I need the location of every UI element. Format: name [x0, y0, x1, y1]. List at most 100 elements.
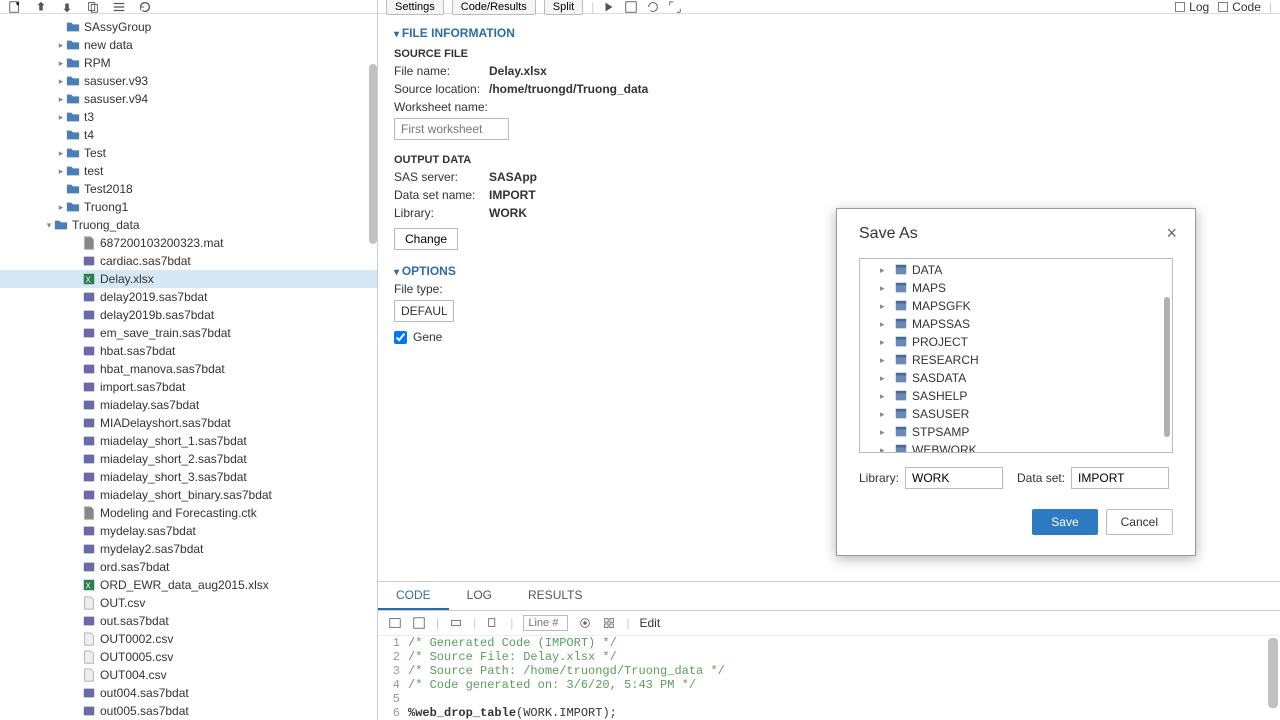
code-print-icon[interactable]	[449, 616, 463, 630]
library-item[interactable]: ▸SASHELP	[860, 387, 1172, 405]
tree-item[interactable]: ▸sasuser.v94	[0, 90, 377, 108]
tree-scrollbar[interactable]	[369, 64, 377, 244]
code-find-icon[interactable]	[602, 616, 616, 630]
library-item[interactable]: ▸STPSAMP	[860, 423, 1172, 441]
tree-item[interactable]: OUT004.csv	[0, 666, 377, 684]
line-input[interactable]	[523, 615, 568, 631]
tree-item[interactable]: ▸t3	[0, 108, 377, 126]
tree-item[interactable]: ▸Test	[0, 144, 377, 162]
modal-dataset-input[interactable]	[1071, 467, 1169, 489]
chevron-right-icon[interactable]: ▸	[880, 355, 890, 366]
tree-item[interactable]: hbat.sas7bdat	[0, 342, 377, 360]
tree-item[interactable]: XDelay.xlsx	[0, 270, 377, 288]
chevron-right-icon[interactable]: ▸	[880, 427, 890, 438]
tree-item[interactable]: SAssyGroup	[0, 18, 377, 36]
tree-item[interactable]: OUT.csv	[0, 594, 377, 612]
refresh-icon[interactable]	[138, 0, 152, 14]
coderesults-button[interactable]: Code/Results	[452, 0, 536, 15]
tree-item[interactable]: ▸Truong1	[0, 198, 377, 216]
tree-item[interactable]: ▸RPM	[0, 54, 377, 72]
copy-icon[interactable]	[86, 0, 100, 14]
tree-item[interactable]: out004.sas7bdat	[0, 684, 377, 702]
tree-item[interactable]: ▸new data	[0, 36, 377, 54]
tree-item[interactable]: miadelay.sas7bdat	[0, 396, 377, 414]
download-icon[interactable]	[60, 0, 74, 14]
lib-scrollbar[interactable]	[1164, 297, 1170, 437]
tree-toggle-icon[interactable]: ▸	[56, 76, 66, 87]
tree-toggle-icon[interactable]: ▸	[56, 58, 66, 69]
tree-item[interactable]: ord.sas7bdat	[0, 558, 377, 576]
tree-item[interactable]: XORD_EWR_data_aug2015.xlsx	[0, 576, 377, 594]
modal-library-input[interactable]	[905, 467, 1003, 489]
tree-item[interactable]: out.sas7bdat	[0, 612, 377, 630]
save-icon[interactable]	[624, 0, 638, 14]
file-tree[interactable]: SAssyGroup▸new data▸RPM▸sasuser.v93▸sasu…	[0, 14, 377, 720]
new-icon[interactable]: ▾	[8, 0, 22, 14]
chevron-right-icon[interactable]: ▸	[880, 373, 890, 384]
refresh-main-icon[interactable]	[646, 0, 660, 14]
filetype-input[interactable]	[394, 300, 454, 322]
split-button[interactable]: Split	[544, 0, 583, 15]
expand-icon[interactable]	[668, 0, 682, 14]
tree-toggle-icon[interactable]: ▸	[56, 148, 66, 159]
upload-icon[interactable]	[34, 0, 48, 14]
chevron-right-icon[interactable]: ▸	[880, 319, 890, 330]
settings-button[interactable]: Settings	[386, 0, 444, 15]
tree-item[interactable]: 687200103200323.mat	[0, 234, 377, 252]
library-item[interactable]: ▸MAPSGFK	[860, 297, 1172, 315]
chevron-right-icon[interactable]: ▸	[880, 283, 890, 294]
code-tab-top[interactable]: Code	[1217, 0, 1261, 14]
tree-item[interactable]: OUT0002.csv	[0, 630, 377, 648]
tree-toggle-icon[interactable]: ▸	[56, 166, 66, 177]
cancel-button[interactable]: Cancel	[1106, 509, 1173, 535]
tree-toggle-icon[interactable]: ▾	[44, 220, 54, 231]
tree-item[interactable]: mydelay2.sas7bdat	[0, 540, 377, 558]
save-button[interactable]: Save	[1032, 509, 1097, 535]
chevron-right-icon[interactable]: ▸	[880, 445, 890, 454]
tree-item[interactable]: ▾Truong_data	[0, 216, 377, 234]
library-list[interactable]: ▸DATA▸MAPS▸MAPSGFK▸MAPSSAS▸PROJECT▸RESEA…	[859, 258, 1173, 453]
tab-log[interactable]: LOG	[449, 582, 510, 610]
tree-item[interactable]: miadelay_short_3.sas7bdat	[0, 468, 377, 486]
tree-item[interactable]: cardiac.sas7bdat	[0, 252, 377, 270]
tab-code[interactable]: CODE	[378, 582, 449, 610]
tree-item[interactable]: miadelay_short_1.sas7bdat	[0, 432, 377, 450]
tree-item[interactable]: delay2019.sas7bdat	[0, 288, 377, 306]
tree-item[interactable]: em_save_train.sas7bdat	[0, 324, 377, 342]
tree-item[interactable]: mydelay.sas7bdat	[0, 522, 377, 540]
library-item[interactable]: ▸RESEARCH	[860, 351, 1172, 369]
log-tab-top[interactable]: Log	[1174, 0, 1209, 14]
tree-item[interactable]: hbat_manova.sas7bdat	[0, 360, 377, 378]
tree-item[interactable]: OUT0005.csv	[0, 648, 377, 666]
library-item[interactable]: ▸MAPS	[860, 279, 1172, 297]
tree-item[interactable]: miadelay_short_binary.sas7bdat	[0, 486, 377, 504]
chevron-right-icon[interactable]: ▸	[880, 301, 890, 312]
change-button[interactable]: Change	[394, 228, 458, 250]
list-icon[interactable]	[112, 0, 126, 14]
library-item[interactable]: ▸SASUSER	[860, 405, 1172, 423]
chevron-right-icon[interactable]: ▸	[880, 391, 890, 402]
code-open-icon[interactable]	[388, 616, 402, 630]
code-save-icon[interactable]	[412, 616, 426, 630]
tree-toggle-icon[interactable]: ▸	[56, 112, 66, 123]
library-item[interactable]: ▸DATA	[860, 261, 1172, 279]
library-item[interactable]: ▸WEBWORK	[860, 441, 1172, 453]
code-target-icon[interactable]	[578, 616, 592, 630]
chevron-right-icon[interactable]: ▸	[880, 265, 890, 276]
tree-item[interactable]: Modeling and Forecasting.ctk	[0, 504, 377, 522]
tree-toggle-icon[interactable]: ▸	[56, 94, 66, 105]
tree-item[interactable]: miadelay_short_2.sas7bdat	[0, 450, 377, 468]
code-copy-icon[interactable]	[486, 616, 500, 630]
tree-item[interactable]: MIADelayshort.sas7bdat	[0, 414, 377, 432]
tree-item[interactable]: out005.sas7bdat	[0, 702, 377, 720]
tree-toggle-icon[interactable]: ▸	[56, 40, 66, 51]
edit-button[interactable]: Edit	[640, 616, 661, 630]
chevron-right-icon[interactable]: ▸	[880, 409, 890, 420]
chevron-right-icon[interactable]: ▸	[880, 337, 890, 348]
library-item[interactable]: ▸PROJECT	[860, 333, 1172, 351]
tree-toggle-icon[interactable]: ▸	[56, 202, 66, 213]
file-info-header[interactable]: FILE INFORMATION	[394, 26, 1264, 40]
tree-item[interactable]: ▸sasuser.v93	[0, 72, 377, 90]
run-icon[interactable]	[602, 0, 616, 14]
library-item[interactable]: ▸MAPSSAS	[860, 315, 1172, 333]
